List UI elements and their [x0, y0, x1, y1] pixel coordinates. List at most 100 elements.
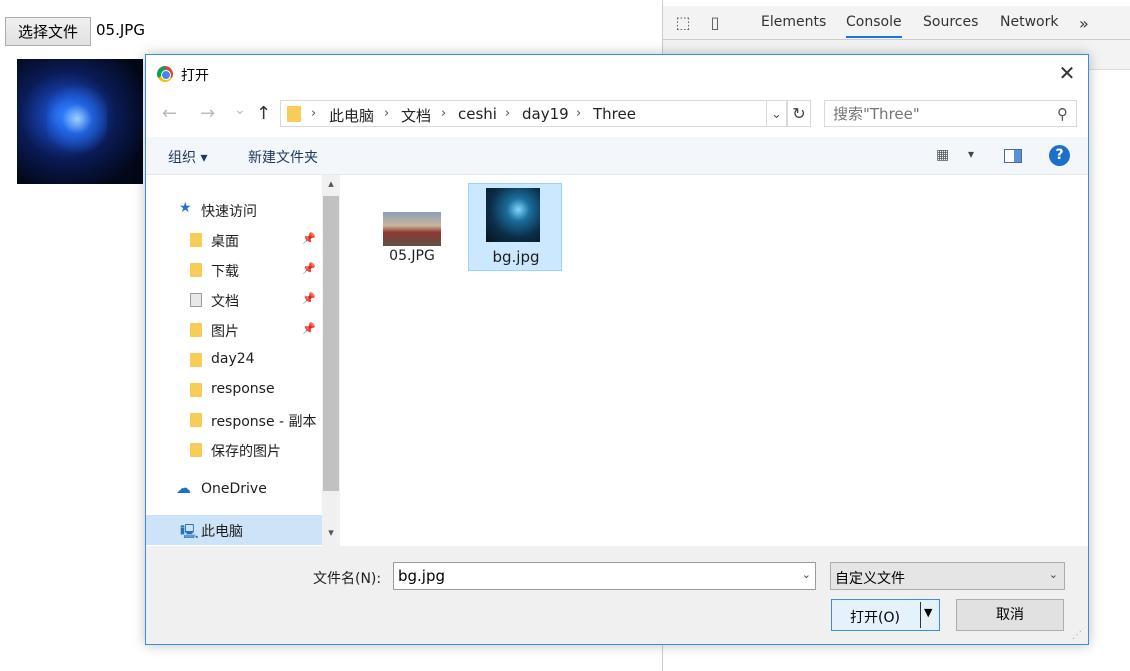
sidebar-item-documents[interactable]: 文档 📌 — [146, 285, 322, 315]
dialog-footer: 文件名(N): ⌄ 自定义文件 ⌄ 打开(O) ▼ 取消 ⋰ — [146, 546, 1088, 644]
scroll-up-icon[interactable]: ▴ — [322, 177, 340, 193]
chevron-down-icon: ⌄ — [1048, 568, 1058, 581]
folder-icon — [190, 353, 202, 367]
close-button[interactable]: ✕ — [1052, 61, 1082, 85]
open-button-label: 打开(O) — [850, 610, 900, 626]
navigation-scrollbar[interactable]: ▴ ▾ — [322, 175, 340, 546]
sidebar-item-label: response — [211, 381, 275, 397]
navigation-pane: ★ 快速访问 桌面 📌 下载 📌 文档 📌 图片 📌 day24 respons… — [146, 175, 342, 546]
filetype-select[interactable]: 自定义文件 ⌄ — [830, 562, 1065, 590]
file-list: 05.JPG bg.jpg — [343, 175, 1088, 546]
cancel-button[interactable]: 取消 — [956, 599, 1064, 631]
preview-pane-icon[interactable] — [1004, 149, 1022, 163]
pictures-folder-icon — [190, 323, 202, 337]
folder-icon — [190, 383, 202, 397]
scroll-down-icon[interactable]: ▾ — [322, 526, 340, 542]
up-folder-icon[interactable]: ↑ — [256, 105, 271, 123]
sidebar-item-label: 保存的图片 — [211, 444, 281, 460]
breadcrumb-separator[interactable]: › — [505, 106, 510, 121]
sidebar-item-label: response - 副本 — [211, 414, 317, 430]
search-box: ⚲ — [824, 100, 1077, 127]
more-tabs-icon[interactable]: » — [1079, 14, 1089, 33]
sidebar-item-desktop[interactable]: 桌面 📌 — [146, 225, 322, 255]
tab-console[interactable]: Console — [846, 14, 902, 38]
new-folder-button[interactable]: 新建文件夹 — [248, 147, 318, 167]
sidebar-item-label: 快速访问 — [201, 204, 257, 220]
open-button[interactable]: 打开(O) ▼ — [831, 599, 940, 631]
pin-icon: 📌 — [302, 232, 316, 245]
back-arrow-icon[interactable]: ← — [162, 105, 177, 123]
sidebar-item-label: 图片 — [211, 324, 239, 340]
sidebar-item-this-pc[interactable]: 🖳 此电脑 — [146, 515, 322, 545]
breadcrumb-separator[interactable]: › — [311, 106, 316, 121]
breadcrumb-separator[interactable]: › — [384, 106, 389, 121]
open-file-dialog: 打开 ✕ ← → ⌄ ↑ › 此电脑 › 文档 › ceshi › day19 … — [145, 54, 1089, 645]
folder-icon — [287, 106, 301, 122]
recent-locations-icon[interactable]: ⌄ — [234, 101, 246, 119]
filetype-value: 自定义文件 — [835, 571, 905, 587]
star-icon: ★ — [179, 200, 192, 216]
dialog-titlebar[interactable]: 打开 ✕ — [146, 55, 1088, 91]
tab-elements[interactable]: Elements — [761, 14, 826, 30]
address-bar[interactable]: › 此电脑 › 文档 › ceshi › day19 › Three — [280, 100, 787, 127]
search-icon[interactable]: ⚲ — [1057, 105, 1068, 123]
breadcrumb-ceshi[interactable]: ceshi — [458, 105, 497, 123]
file-name: bg.jpg — [492, 248, 540, 266]
sidebar-item-downloads[interactable]: 下载 📌 — [146, 255, 322, 285]
image-thumbnail — [486, 188, 540, 242]
navigation-bar: ← → ⌄ ↑ › 此电脑 › 文档 › ceshi › day19 › Thr… — [146, 91, 1088, 137]
forward-arrow-icon[interactable]: → — [200, 105, 215, 123]
computer-icon: 🖳 — [180, 524, 199, 540]
resize-grip-icon[interactable]: ⋰ — [1072, 630, 1082, 641]
sidebar-item-label: 文档 — [211, 294, 239, 310]
sidebar-item-response-copy[interactable]: response - 副本 — [146, 405, 322, 435]
search-input[interactable] — [833, 105, 1043, 123]
cloud-icon: ☁ — [176, 479, 191, 497]
sidebar-item-label: OneDrive — [201, 481, 267, 497]
filename-input[interactable] — [398, 567, 778, 585]
sidebar-item-day24[interactable]: day24 — [146, 345, 322, 375]
breadcrumb-separator[interactable]: › — [576, 106, 581, 121]
device-toggle-icon[interactable]: ▯ — [705, 14, 725, 32]
sidebar-item-label: 桌面 — [211, 234, 239, 250]
organize-menu[interactable]: 组织 ▾ — [168, 147, 207, 167]
inspect-element-icon[interactable]: ⬚ — [673, 14, 693, 32]
devtools-tabbar: ⬚ ▯ Elements Console Sources Network » — [663, 6, 1130, 40]
tab-sources[interactable]: Sources — [923, 14, 978, 30]
breadcrumb-three[interactable]: Three — [593, 105, 636, 123]
downloads-folder-icon — [190, 263, 202, 277]
file-name: 05.JPG — [389, 248, 435, 264]
open-dropdown-icon[interactable]: ▼ — [924, 606, 932, 619]
chevron-down-icon[interactable]: ⌄ — [802, 568, 811, 581]
breadcrumb-day19[interactable]: day19 — [522, 105, 569, 123]
sidebar-item-pictures[interactable]: 图片 📌 — [146, 315, 322, 345]
chrome-icon — [157, 66, 173, 82]
breadcrumb-documents[interactable]: 文档 — [401, 105, 431, 126]
address-dropdown-icon[interactable]: ⌄ — [766, 100, 786, 127]
selected-file-name: 05.JPG — [96, 21, 145, 39]
dialog-title: 打开 — [181, 68, 209, 84]
documents-folder-icon — [190, 293, 202, 307]
breadcrumb-separator[interactable]: › — [441, 106, 446, 121]
help-icon[interactable]: ? — [1049, 145, 1070, 166]
breadcrumb-this-pc[interactable]: 此电脑 — [329, 105, 374, 126]
sidebar-item-label: day24 — [211, 351, 255, 367]
view-dropdown-icon[interactable]: ▾ — [968, 147, 974, 161]
sidebar-item-label: 此电脑 — [201, 524, 243, 540]
sidebar-item-response[interactable]: response — [146, 375, 322, 405]
folder-icon — [190, 443, 202, 457]
file-item[interactable]: 05.JPG — [365, 183, 459, 271]
tab-network[interactable]: Network — [1000, 14, 1058, 30]
sidebar-item-saved-pictures[interactable]: 保存的图片 — [146, 435, 322, 465]
sidebar-item-onedrive[interactable]: ☁ OneDrive — [146, 475, 322, 505]
change-view-icon[interactable]: ▦ — [936, 147, 954, 163]
choose-file-button[interactable]: 选择文件 — [5, 17, 91, 46]
refresh-icon[interactable]: ↻ — [787, 100, 811, 127]
sidebar-item-label: 下载 — [211, 264, 239, 280]
scroll-thumb[interactable] — [323, 196, 339, 491]
command-toolbar: 组织 ▾ 新建文件夹 ▦ ▾ ? — [146, 137, 1088, 175]
file-item-selected[interactable]: bg.jpg — [468, 183, 562, 271]
folder-icon — [190, 413, 202, 427]
sidebar-item-quick-access[interactable]: ★ 快速访问 — [146, 195, 322, 225]
filename-combobox: ⌄ — [393, 562, 816, 590]
